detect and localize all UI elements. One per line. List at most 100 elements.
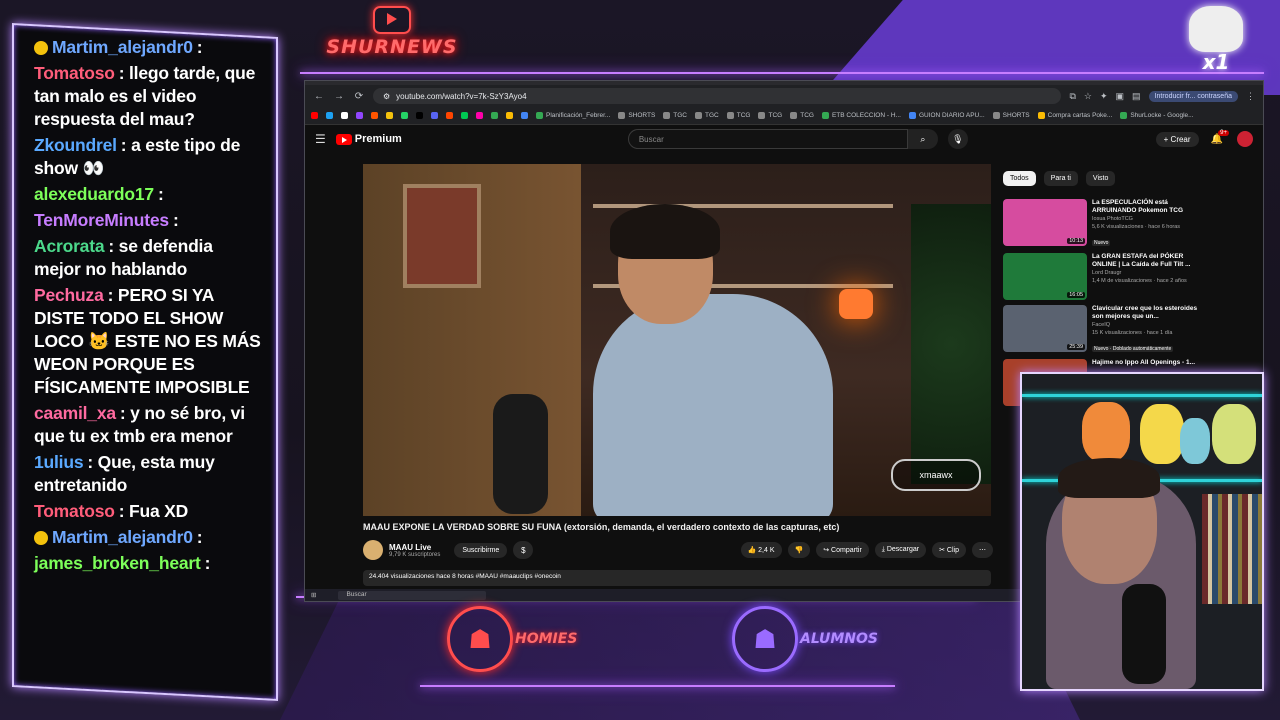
clip-button[interactable]: ✂ Clip	[932, 542, 966, 558]
bookmark-item[interactable]	[311, 112, 318, 119]
chat-username[interactable]: TenMoreMinutes	[34, 210, 169, 230]
sidebar-icon[interactable]: ▤	[1132, 91, 1141, 102]
bookmark-item[interactable]	[431, 112, 438, 119]
puzzle-icon[interactable]: ▣	[1116, 91, 1125, 102]
video-description[interactable]: 24.404 visualizaciones hace 8 horas #MAA…	[363, 570, 991, 586]
bookmark-item[interactable]	[416, 112, 423, 119]
filter-all[interactable]: Todos	[1003, 171, 1036, 186]
bell-icon[interactable]: 🔔 9+	[1211, 129, 1229, 145]
bookmark-item[interactable]	[461, 112, 468, 119]
recommendation-title[interactable]: La ESPECULACIÓN está ARRUINANDO Pokemon …	[1092, 199, 1203, 215]
chat-username[interactable]: Zkoundrel	[34, 135, 117, 155]
profile-pill[interactable]: Introducir fr... contraseña	[1148, 90, 1238, 102]
bookmark-label: SHORTS	[628, 112, 656, 119]
recommendation-title[interactable]: Hajime no Ippo All Openings - 1...	[1092, 359, 1195, 367]
search-icon[interactable]: ⌕	[907, 129, 938, 149]
filter-for-you[interactable]: Para ti	[1043, 171, 1078, 186]
recommendation-item[interactable]: 25:39 Clavicular cree que los esteroides …	[1003, 305, 1203, 355]
chat-username[interactable]: caamil_xa	[34, 403, 116, 423]
recommendation-thumbnail[interactable]: 16:05	[1003, 253, 1087, 300]
avatar[interactable]	[1237, 131, 1253, 147]
bookmark-item[interactable]	[401, 112, 408, 119]
bookmark-item[interactable]	[506, 112, 513, 119]
chat-message: Tomatoso: llego tarde, que tan malo es e…	[34, 62, 262, 131]
chat-username[interactable]: Tomatoso	[34, 63, 115, 83]
bookmark-item[interactable]: TGC	[663, 112, 687, 119]
recommendation-item[interactable]: 16:05 La GRAN ESTAFA del PÓKER ONLINE | L…	[1003, 253, 1203, 300]
recommendation-channel: Iosua PhotoTCG	[1092, 216, 1133, 222]
bookmark-item[interactable]: TCG	[758, 112, 782, 119]
bookmark-item[interactable]: Compra cartas Poke...	[1037, 112, 1112, 119]
thanks-button[interactable]: $	[513, 541, 534, 559]
share-button[interactable]: ↪ Compartir	[816, 542, 869, 558]
bookmark-item[interactable]	[521, 112, 528, 119]
chat-username[interactable]: 1ulius	[34, 452, 83, 472]
subscribe-button[interactable]: Suscribirme	[454, 542, 508, 558]
windows-start-icon[interactable]: ⊞	[311, 591, 316, 599]
youtube-brand: Premium	[354, 133, 402, 145]
bookmark-item[interactable]: SHORTS	[618, 112, 655, 119]
bookmark-item[interactable]: TGC	[695, 112, 719, 119]
bookmark-item[interactable]	[446, 112, 453, 119]
hamburger-icon[interactable]: ☰	[315, 132, 326, 146]
bookmark-item[interactable]	[341, 112, 348, 119]
youtube-logo[interactable]: Premium	[335, 133, 402, 145]
video-player[interactable]: xmaawx	[363, 164, 991, 516]
recommendation-item[interactable]: 10:13 La ESPECULACIÓN está ARRUINANDO Pok…	[1003, 199, 1203, 249]
bookmark-favicon-icon	[726, 112, 734, 119]
bookmark-item[interactable]: Planificación_Febrer...	[536, 112, 610, 119]
recommendation-thumbnail[interactable]: 10:13	[1003, 199, 1087, 246]
reload-icon[interactable]: ⟳	[353, 91, 365, 102]
url-field[interactable]: ⚙ youtube.com/watch?v=7k-SzY3Ayo4	[373, 88, 1062, 104]
chat-username[interactable]: Pechuza	[34, 285, 104, 305]
chat-username[interactable]: Acrorata	[34, 236, 104, 256]
like-button[interactable]: 👍 2,4 K	[740, 542, 782, 558]
bookmark-item[interactable]	[356, 112, 363, 119]
chat-username[interactable]: Martim_alejandr0	[52, 37, 193, 57]
dislike-button[interactable]: 👎	[787, 542, 811, 558]
chat-username[interactable]: Tomatoso	[34, 501, 115, 521]
back-icon[interactable]: ←	[313, 91, 325, 102]
chat-username[interactable]: alexeduardo17	[34, 184, 154, 204]
forward-icon[interactable]: →	[333, 91, 345, 102]
extension-icon[interactable]: ✦	[1100, 91, 1108, 102]
bookmark-item[interactable]: SHORTS	[992, 112, 1030, 119]
bookmark-item[interactable]	[476, 112, 483, 119]
download-button[interactable]: ⤓ Descargar	[874, 542, 927, 558]
mic-icon[interactable]: 🎙	[947, 129, 968, 149]
bookmark-label: GUION DIARIO APU...	[918, 112, 985, 119]
recommendation-title[interactable]: Clavicular cree que los esteroides son m…	[1092, 305, 1203, 321]
create-button[interactable]: + Crear	[1155, 131, 1199, 147]
webcam-plush	[1180, 418, 1210, 464]
youtube-search-input[interactable]: Buscar	[627, 129, 908, 149]
homies-hood-icon: ☗	[447, 606, 513, 672]
more-button[interactable]: ⋯	[972, 542, 993, 558]
menu-icon[interactable]: ⋮	[1246, 91, 1255, 102]
site-info-icon[interactable]: ⚙	[383, 92, 390, 101]
recommendation-title[interactable]: La GRAN ESTAFA del PÓKER ONLINE | La Caí…	[1092, 253, 1203, 269]
bookmark-item[interactable]	[371, 112, 378, 119]
microphone	[1122, 584, 1166, 684]
bookmark-item[interactable]: TCG	[790, 112, 814, 119]
star-icon[interactable]: ☆	[1084, 91, 1092, 102]
chat-username[interactable]: Martim_alejandr0	[52, 527, 193, 547]
channel-name[interactable]: MAAU Live	[389, 543, 440, 552]
bookmark-item[interactable]	[326, 112, 333, 119]
bookmark-item[interactable]	[491, 112, 498, 119]
taskbar-search-input[interactable]: Buscar	[338, 590, 487, 600]
recommendation-badge: Nuevo · Doblado automáticamente	[1092, 346, 1174, 352]
channel-avatar[interactable]	[363, 540, 383, 560]
bookmark-item[interactable]: GUION DIARIO APU...	[908, 112, 985, 119]
bookmark-item[interactable]: ETB COLECCION - H...	[821, 112, 901, 119]
chat-username[interactable]: james_broken_heart	[34, 553, 201, 573]
bookmark-item[interactable]: TCG	[726, 112, 750, 119]
recommendation-thumbnail[interactable]: 25:39	[1003, 305, 1087, 352]
recommendation-badge: Nuevo	[1092, 240, 1111, 246]
bookmark-item[interactable]	[386, 112, 393, 119]
bookmark-item[interactable]: ShurLocke - Google...	[1120, 112, 1194, 119]
chat-message: Pechuza: PERO SI YA DISTE TODO EL SHOW L…	[34, 284, 262, 399]
filter-watched[interactable]: Visto	[1085, 171, 1116, 186]
bookmark-favicon-icon	[476, 112, 483, 119]
webcam-plush	[1140, 404, 1184, 464]
install-icon[interactable]: ⧉	[1069, 91, 1075, 102]
